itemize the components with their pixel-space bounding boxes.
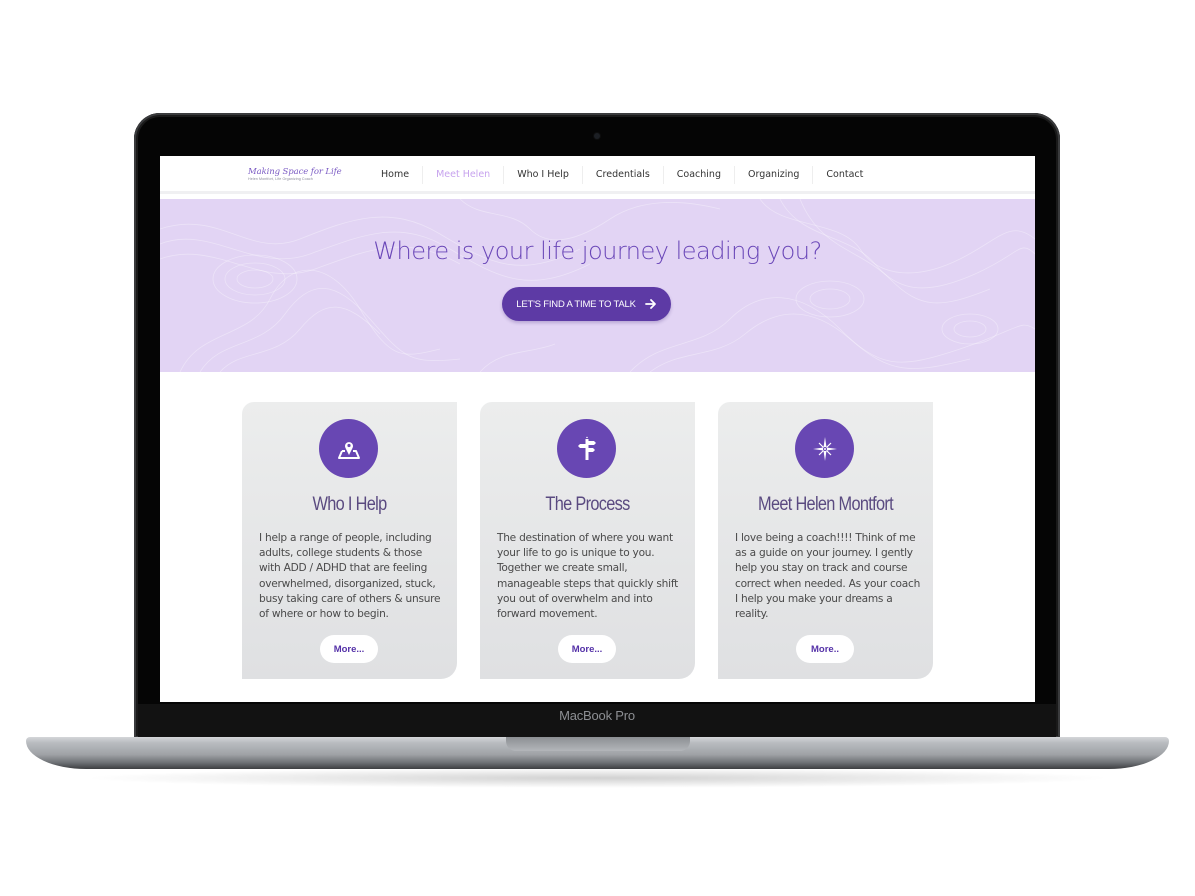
arrow-right-icon [644,299,656,309]
more-button[interactable]: More.. [796,635,854,663]
laptop-notch [506,737,690,751]
logo-title: Making Space for Life [248,167,342,177]
card-text: I help a range of people, including adul… [259,532,441,621]
logo-subtitle: Helen Montfort, Life Organizing Coach [248,177,313,181]
nav-item-organizing[interactable]: Organizing [733,166,812,184]
laptop-chin: MacBook Pro [138,704,1056,738]
card-text: The destination of where you want your l… [497,532,679,621]
nav-item-credentials[interactable]: Credentials [581,166,663,184]
compass-star-icon [795,419,854,478]
card-the-process: The Process The destination of where you… [480,402,695,679]
topographic-pattern [160,199,1035,372]
nav-item-who-i-help[interactable]: Who I Help [503,166,582,184]
camera-icon [594,133,600,139]
nav-item-home[interactable]: Home [368,166,422,184]
card-meet-helen: Meet Helen Montfort I love being a coach… [718,402,933,679]
website-screen: Making Space for Life Helen Montfort, Li… [160,156,1035,702]
hero-banner: Where is your life journey leading you? … [160,199,1035,372]
card-title: Who I Help [312,494,388,515]
nav-item-meet-helen[interactable]: Meet Helen [422,166,503,184]
hero-heading: Where is your life journey leading you? [373,237,822,265]
laptop-shadow [80,768,1115,788]
cta-label: LET'S FIND A TIME TO TALK [516,298,636,310]
map-pin-icon [319,419,378,478]
more-button[interactable]: More... [558,635,616,663]
more-button[interactable]: More... [320,635,378,663]
card-title: Meet Helen Montfort [758,494,894,515]
card-who-i-help: Who I Help I help a range of people, inc… [242,402,457,679]
main-nav: Home Meet Helen Who I Help Credentials C… [368,156,876,194]
find-time-to-talk-button[interactable]: LET'S FIND A TIME TO TALK [502,287,671,321]
site-header: Making Space for Life Helen Montfort, Li… [160,156,1035,194]
device-label: MacBook Pro [559,708,635,723]
nav-item-contact[interactable]: Contact [812,166,876,184]
nav-item-coaching[interactable]: Coaching [662,166,734,184]
card-title: The Process [545,494,630,515]
site-logo[interactable]: Making Space for Life Helen Montfort, Li… [248,167,342,181]
laptop-base [26,737,1169,769]
signpost-icon [557,419,616,478]
card-text: I love being a coach!!!! Think of me as … [735,532,921,621]
